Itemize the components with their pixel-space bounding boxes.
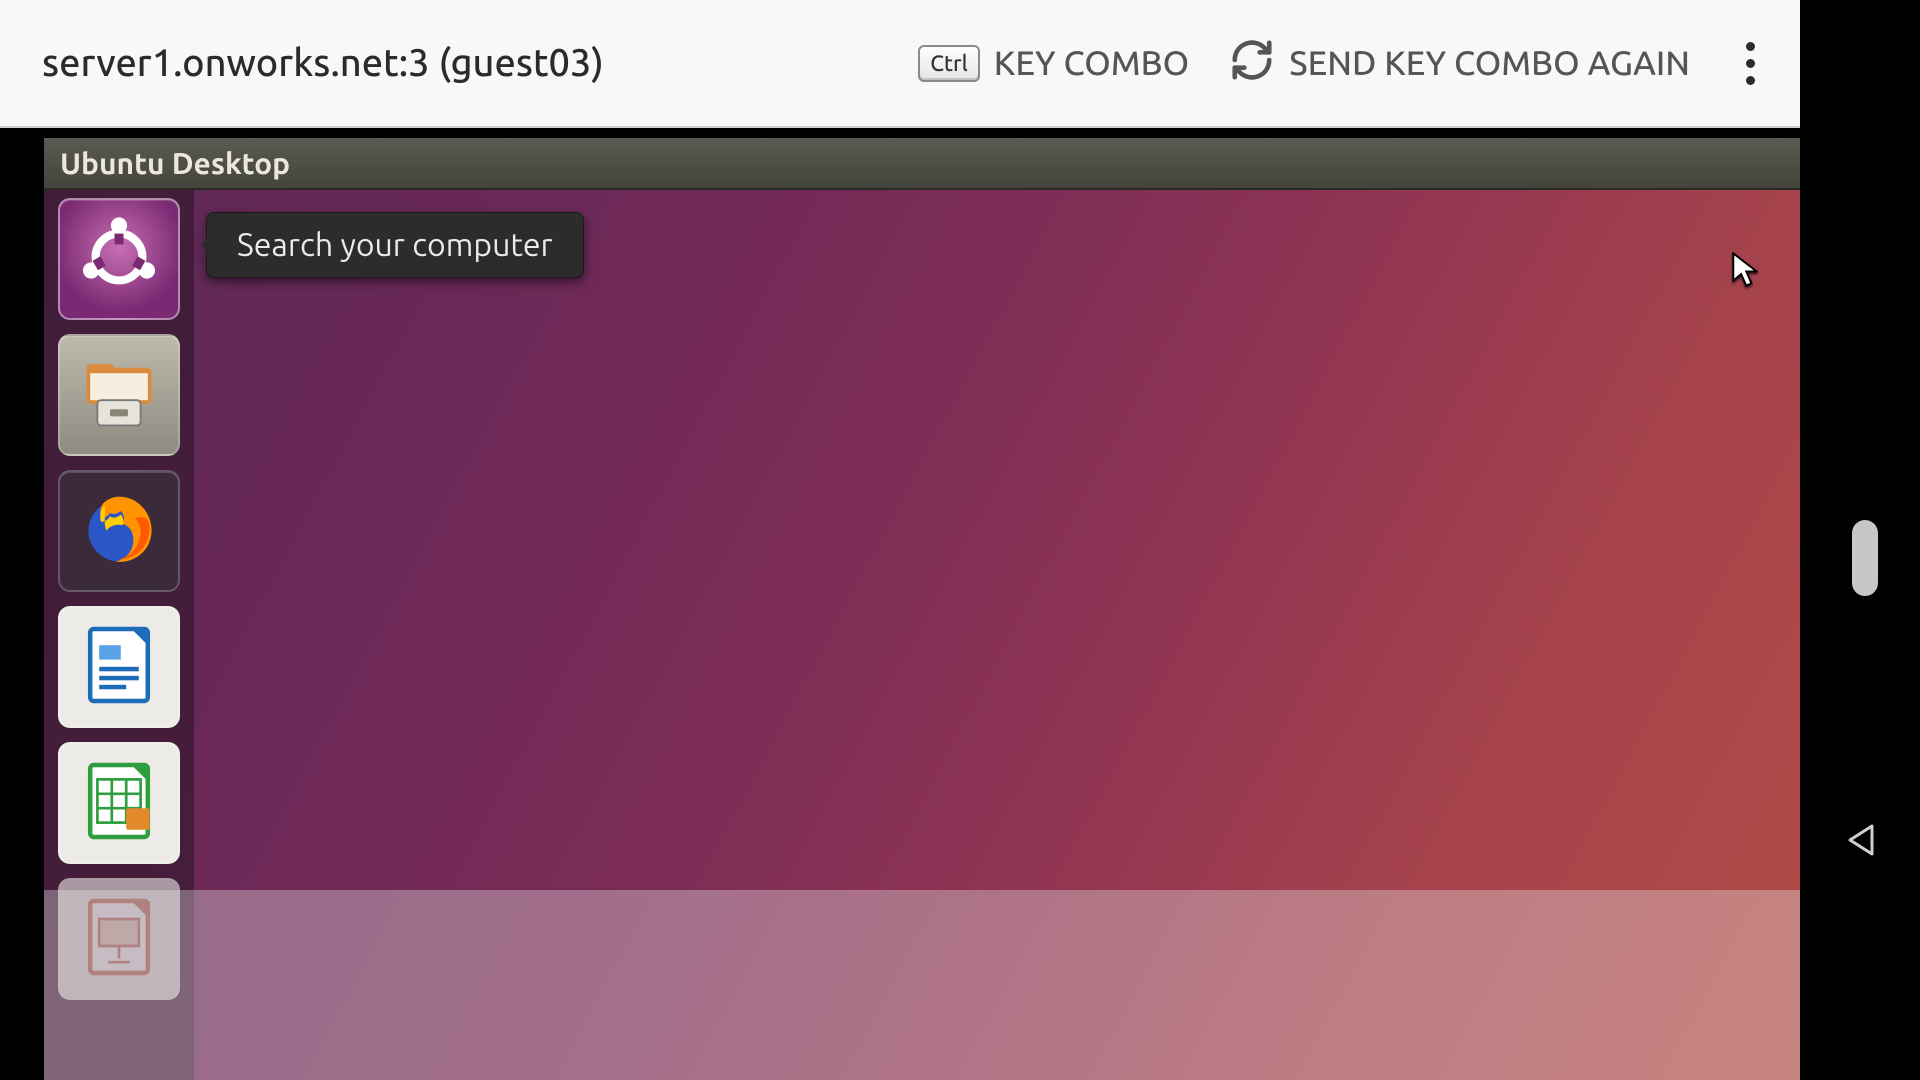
key-combo-button[interactable]: Ctrl KEY COMBO [918, 44, 1189, 82]
ctrl-key-icon: Ctrl [918, 45, 980, 82]
app-toolbar: server1.onworks.net:3 (guest03) Ctrl KEY… [0, 0, 1800, 128]
libreoffice-calc-icon [74, 756, 164, 850]
libreoffice-writer-icon [74, 620, 164, 714]
launcher-item-files[interactable] [58, 334, 180, 456]
launcher-item-calc[interactable] [58, 742, 180, 864]
launcher-item-writer[interactable] [58, 606, 180, 728]
menubar-title: Ubuntu Desktop [60, 146, 290, 180]
ubuntu-menubar[interactable]: Ubuntu Desktop [44, 138, 1800, 190]
system-back-button[interactable] [1842, 820, 1882, 860]
tooltip-text: Search your computer [237, 227, 553, 263]
files-icon [74, 348, 164, 442]
scrollbar-thumb[interactable] [1852, 520, 1878, 596]
ubuntu-logo-icon [74, 212, 164, 306]
unity-launcher [44, 190, 194, 1080]
send-key-combo-again-button[interactable]: SEND KEY COMBO AGAIN [1229, 37, 1690, 90]
refresh-icon [1229, 37, 1275, 90]
key-combo-label: KEY COMBO [994, 44, 1189, 82]
connection-title: server1.onworks.net:3 (guest03) [42, 42, 604, 84]
back-triangle-icon [1842, 846, 1882, 864]
launcher-item-impress[interactable] [58, 878, 180, 1000]
more-options-button[interactable] [1730, 33, 1770, 93]
remote-viewport[interactable]: Ubuntu Desktop [0, 128, 1800, 1080]
libreoffice-impress-icon [74, 892, 164, 986]
launcher-item-firefox[interactable] [58, 470, 180, 592]
launcher-item-dash[interactable] [58, 198, 180, 320]
launcher-tooltip: Search your computer [206, 212, 584, 278]
firefox-icon [74, 484, 164, 578]
ubuntu-desktop-wallpaper[interactable] [44, 190, 1800, 1080]
send-again-label: SEND KEY COMBO AGAIN [1289, 44, 1690, 82]
